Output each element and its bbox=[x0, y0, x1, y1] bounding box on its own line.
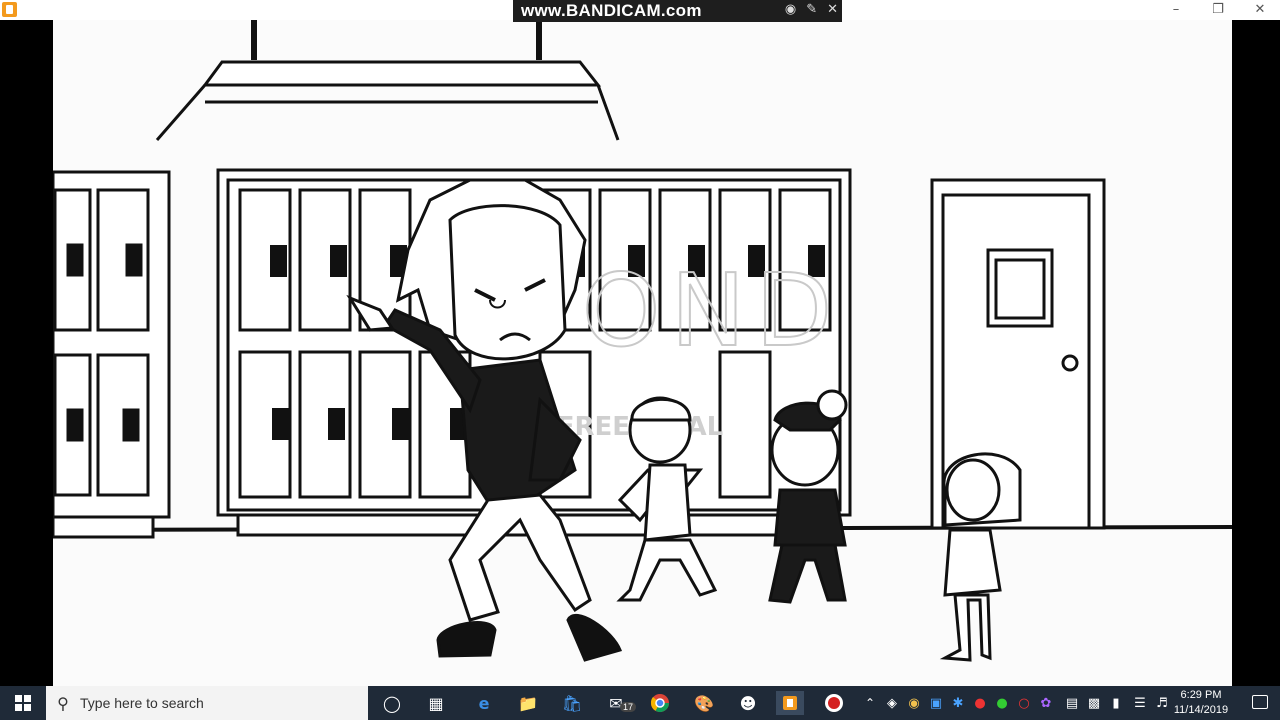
edge-icon[interactable]: e bbox=[472, 691, 496, 715]
start-button[interactable] bbox=[0, 686, 46, 720]
clock-date: 11/14/2019 bbox=[1173, 704, 1229, 716]
app-icon bbox=[2, 2, 17, 17]
bandicam-watermark-bar: www.BANDICAM.com ◉ ✎ ✕ bbox=[513, 0, 842, 22]
wifi-icon[interactable]: ☰ bbox=[1128, 691, 1152, 715]
tray-app-icon-2[interactable]: ◉ bbox=[902, 691, 926, 715]
tray-app-icon-4[interactable]: ● bbox=[968, 691, 992, 715]
video-player-window: – ❐ ✕ VYOND FREE www.BANDICAM.com ◉ ✎ ✕ bbox=[0, 0, 1280, 686]
store-icon[interactable]: 🛍 bbox=[560, 691, 584, 715]
show-hidden-icons-icon[interactable]: ⌃ bbox=[858, 691, 882, 715]
chrome-icon[interactable] bbox=[648, 691, 672, 715]
tray-app-icon-8[interactable]: ▤ bbox=[1060, 691, 1084, 715]
bandicam-taskbar-icon[interactable] bbox=[776, 691, 804, 715]
tray-app-icon-5[interactable]: ● bbox=[990, 691, 1014, 715]
tray-app-icon-9[interactable]: ▩ bbox=[1082, 691, 1106, 715]
mail-badge: 17 bbox=[620, 702, 637, 712]
classroom-hallway-scene: VYOND FREE TRIAL bbox=[53, 20, 1232, 662]
battery-icon[interactable]: ▮ bbox=[1104, 691, 1128, 715]
tray-app-icon-1[interactable]: ◈ bbox=[880, 691, 904, 715]
left-locker-bank bbox=[53, 170, 171, 539]
bandicam-watermark-text: www.BANDICAM.com bbox=[521, 1, 702, 20]
child-character-right bbox=[939, 452, 1022, 662]
search-placeholder: Type here to search bbox=[80, 695, 204, 711]
minimize-button[interactable]: – bbox=[1156, 0, 1196, 20]
taskbar-search-box[interactable]: ⚲ Type here to search bbox=[46, 686, 368, 720]
camera-icon[interactable]: ◉ bbox=[785, 2, 796, 17]
search-icon: ⚲ bbox=[57, 693, 69, 713]
game-icon[interactable]: ☻ bbox=[736, 691, 760, 715]
cortana-icon[interactable]: ◯ bbox=[380, 691, 404, 715]
clock-time: 6:29 PM bbox=[1180, 689, 1222, 701]
record-icon[interactable] bbox=[822, 691, 846, 715]
windows-taskbar: ⚲ Type here to search ◯ ▦ e 📁 🛍 ✉ 17 🎨 ☻… bbox=[0, 686, 1280, 720]
restore-button[interactable]: ❐ bbox=[1198, 0, 1238, 20]
ceiling-light bbox=[155, 20, 620, 141]
action-center-icon[interactable] bbox=[1252, 695, 1268, 709]
file-explorer-icon[interactable]: 📁 bbox=[516, 691, 540, 715]
video-frame: VYOND FREE TRIAL bbox=[53, 20, 1232, 686]
pencil-icon[interactable]: ✎ bbox=[806, 2, 817, 17]
paint-icon[interactable]: 🎨 bbox=[692, 691, 716, 715]
windows-icon bbox=[15, 695, 31, 711]
child-character-middle bbox=[768, 389, 848, 604]
taskbar-clock[interactable]: 6:29 PM 11/14/2019 bbox=[1166, 688, 1236, 718]
close-icon[interactable]: ✕ bbox=[827, 2, 838, 17]
tray-app-icon-7[interactable]: ✿ bbox=[1034, 691, 1058, 715]
tray-app-icon-6[interactable]: ○ bbox=[1012, 691, 1036, 715]
task-view-icon[interactable]: ▦ bbox=[424, 691, 448, 715]
close-button[interactable]: ✕ bbox=[1240, 0, 1280, 20]
bluetooth-icon[interactable]: ✱ bbox=[946, 691, 970, 715]
tray-app-icon-3[interactable]: ▣ bbox=[924, 691, 948, 715]
